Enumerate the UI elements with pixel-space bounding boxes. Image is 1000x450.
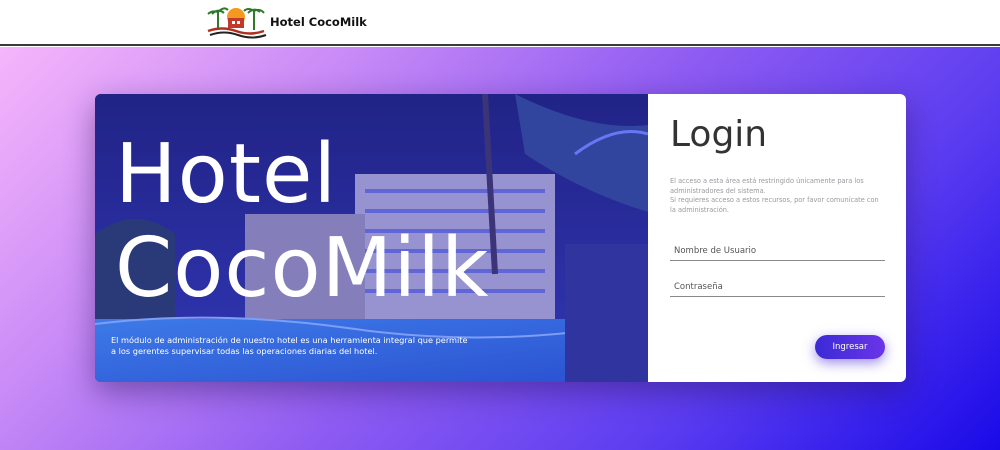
access-notice-line2: Si requieres acceso a estos recursos, po… — [670, 196, 879, 214]
login-card: Hotel CocoMilk El módulo de administraci… — [95, 94, 906, 382]
username-input[interactable] — [670, 241, 885, 261]
access-notice-line1: El acceso a esta área está restringido ú… — [670, 177, 864, 195]
login-panel: Login El acceso a esta área está restrin… — [648, 94, 906, 382]
hero-title: Hotel CocoMilk — [115, 128, 489, 316]
hero-description: El módulo de administración de nuestro h… — [111, 335, 468, 356]
hero-title-line2: CocoMilk — [115, 221, 490, 316]
access-notice: El acceso a esta área está restringido ú… — [670, 177, 885, 215]
hero-panel: Hotel CocoMilk El módulo de administraci… — [95, 94, 648, 382]
brand[interactable]: Hotel CocoMilk — [204, 4, 367, 40]
login-title: Login — [670, 114, 768, 155]
top-navbar: Hotel CocoMilk — [0, 0, 1000, 46]
brand-name: Hotel CocoMilk — [270, 15, 367, 29]
hotel-palm-logo-icon — [207, 7, 267, 39]
submit-button[interactable]: Ingresar — [815, 335, 885, 359]
password-input[interactable] — [670, 277, 885, 297]
hero-title-line1: Hotel — [115, 127, 338, 222]
